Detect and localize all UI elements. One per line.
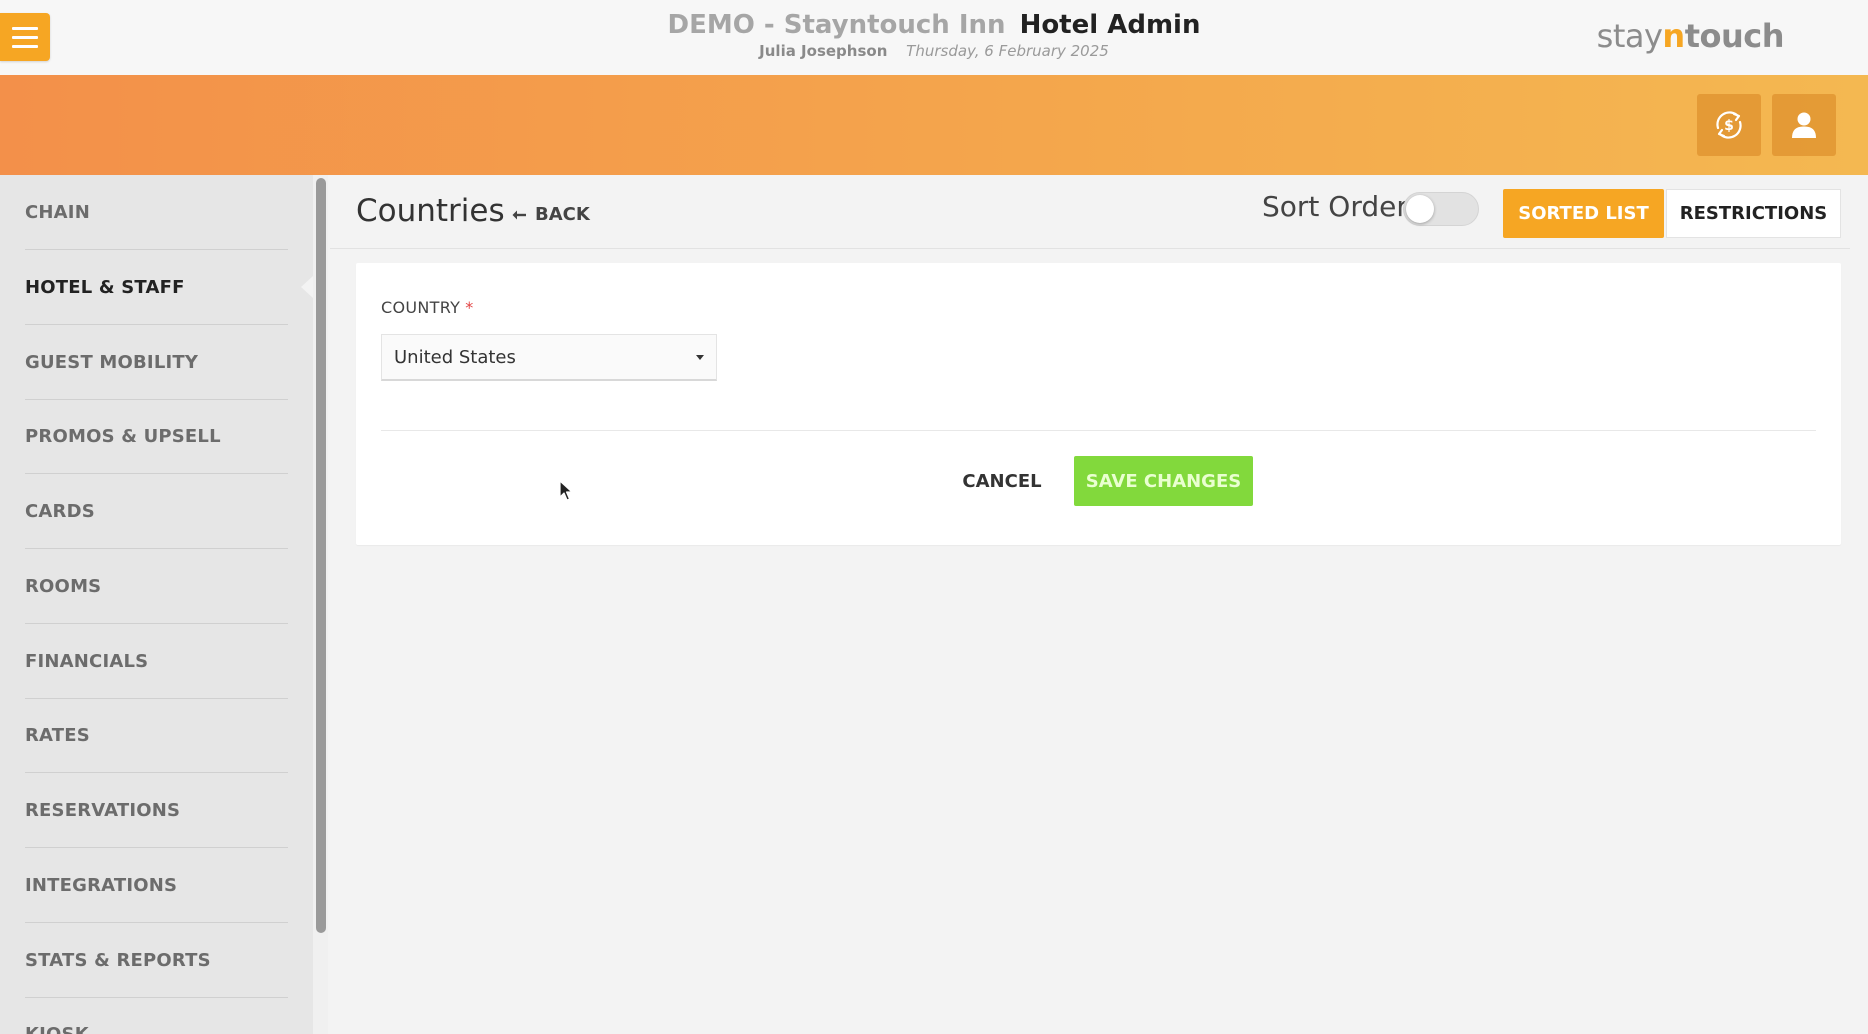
sidebar-item-rates[interactable]: RATES: [25, 698, 288, 773]
sidebar-item-reservations[interactable]: RESERVATIONS: [25, 773, 288, 848]
country-select-value: United States: [394, 346, 516, 368]
country-field-label: COUNTRY *: [381, 298, 474, 317]
save-changes-button[interactable]: SAVE CHANGES: [1074, 456, 1253, 506]
sidebar-item-label: ROOMS: [25, 575, 102, 597]
dollar-swap-button[interactable]: $: [1697, 94, 1761, 156]
tab-label: RESTRICTIONS: [1679, 203, 1828, 224]
top-header: DEMO - Stayntouch Inn Hotel Admin Julia J…: [0, 0, 1868, 75]
sidebar-item-promos-upsell[interactable]: PROMOS & UPSELL: [25, 399, 288, 474]
sidebar-item-label: FINANCIALS: [25, 650, 149, 672]
sidebar-item-financials[interactable]: FINANCIALS: [25, 624, 288, 699]
sidebar-item-label: INTEGRATIONS: [25, 874, 178, 896]
required-marker: *: [465, 298, 474, 317]
country-label-text: COUNTRY: [381, 298, 461, 317]
form-divider: [381, 430, 1816, 431]
dollar-swap-icon: $: [1716, 111, 1742, 139]
header-titles: DEMO - Stayntouch Inn Hotel Admin Julia J…: [0, 8, 1868, 60]
sidebar-item-label: STATS & REPORTS: [25, 949, 211, 971]
hotel-name: DEMO - Stayntouch Inn: [667, 10, 1006, 40]
toggle-knob: [1406, 195, 1434, 223]
user-profile-button[interactable]: [1772, 94, 1836, 156]
sidebar-scrollbar[interactable]: [316, 178, 326, 933]
sidebar-item-guest-mobility[interactable]: GUEST MOBILITY: [25, 325, 288, 400]
sidebar-item-chain[interactable]: CHAIN: [25, 175, 288, 250]
user-name: Julia Josephson: [759, 42, 888, 60]
sidebar-item-cards[interactable]: CARDS: [25, 474, 288, 549]
sort-order-toggle[interactable]: [1403, 192, 1479, 226]
sidebar-item-label: HOTEL & STAFF: [25, 276, 185, 298]
arrow-left-icon: [512, 210, 526, 219]
business-date: Thursday, 6 February 2025: [906, 42, 1109, 60]
back-button[interactable]: BACK: [511, 204, 590, 225]
cancel-button[interactable]: CANCEL: [955, 456, 1049, 506]
mouse-pointer-icon: [559, 480, 573, 501]
cancel-label: CANCEL: [962, 470, 1042, 492]
country-select[interactable]: United States: [381, 334, 717, 381]
sidebar-item-rooms[interactable]: ROOMS: [25, 549, 288, 624]
sidebar-item-integrations[interactable]: INTEGRATIONS: [25, 848, 288, 923]
sidebar-item-label: CARDS: [25, 500, 95, 522]
sidebar-item-label: RATES: [25, 724, 90, 746]
sidebar-item-stats-reports[interactable]: STATS & REPORTS: [25, 923, 288, 998]
sidebar-item-label: KIOSK: [25, 1023, 89, 1034]
header-title-line: DEMO - Stayntouch Inn Hotel Admin: [0, 8, 1868, 42]
svg-text:$: $: [1724, 118, 1734, 134]
sidebar-item-hotel-staff[interactable]: HOTEL & STAFF: [25, 250, 288, 325]
sidebar-item-label: PROMOS & UPSELL: [25, 425, 221, 447]
sidebar-item-label: CHAIN: [25, 201, 90, 223]
brand-logo: stayntouch: [1596, 17, 1785, 55]
sidebar-item-label: RESERVATIONS: [25, 799, 181, 821]
brand-logo-part: touch: [1684, 17, 1785, 55]
save-label: SAVE CHANGES: [1085, 470, 1242, 492]
app-name: Hotel Admin: [1019, 10, 1201, 40]
brand-logo-part: stay: [1596, 17, 1663, 55]
sidebar-item-label: GUEST MOBILITY: [25, 351, 199, 373]
caret-down-icon: [696, 355, 704, 360]
sidebar-nav: CHAIN HOTEL & STAFF GUEST MOBILITY PROMO…: [0, 175, 313, 1034]
brand-logo-part: n: [1662, 17, 1685, 55]
active-item-indicator: [301, 276, 313, 298]
header-subtitle: Julia Josephson Thursday, 6 February 202…: [0, 42, 1868, 60]
page-title: Countries: [356, 193, 505, 229]
user-icon: [1792, 112, 1816, 138]
sort-order-label: Sort Order: [1262, 190, 1408, 223]
tab-sorted-list[interactable]: SORTED LIST: [1503, 189, 1664, 238]
tab-restrictions[interactable]: RESTRICTIONS: [1666, 189, 1841, 238]
sidebar-item-kiosk[interactable]: KIOSK: [25, 997, 288, 1034]
header-band: [0, 75, 1868, 175]
back-label: BACK: [535, 204, 590, 225]
title-divider: [330, 248, 1850, 249]
tab-label: SORTED LIST: [1518, 203, 1649, 224]
